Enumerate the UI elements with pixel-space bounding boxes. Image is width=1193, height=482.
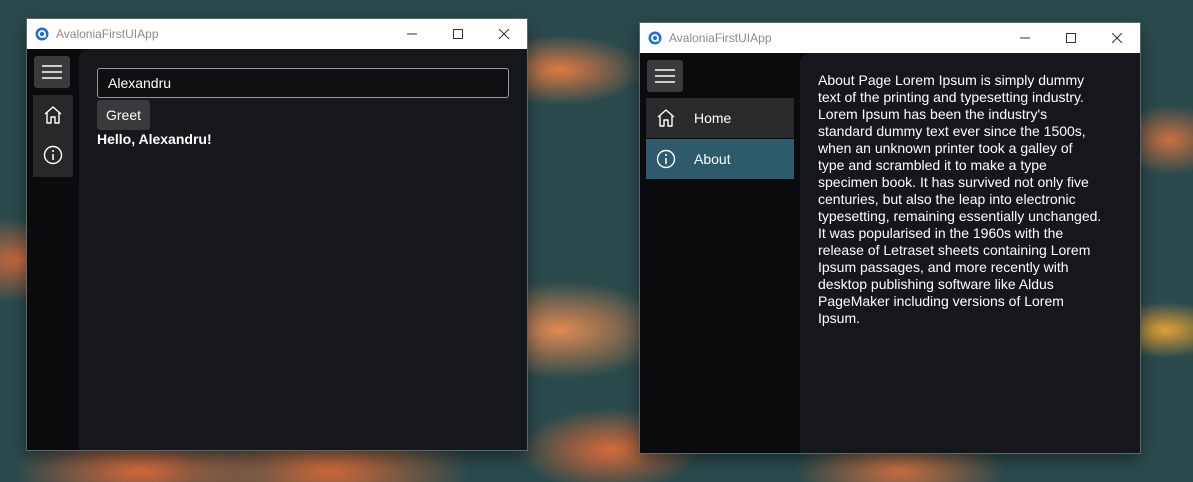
about-line: type and scrambled it to make a type — [818, 157, 1047, 173]
about-line: About Page Lorem Ipsum is simply dummy — [818, 72, 1085, 88]
nav-item-label: Home — [694, 110, 732, 126]
about-line: It was popularised in the 1960s with the — [818, 225, 1064, 241]
nav-item-home[interactable]: Home — [646, 98, 794, 138]
about-line: release of Letraset sheets containing Lo… — [818, 242, 1091, 258]
about-line: typesetting, remaining essentially uncha… — [818, 208, 1102, 224]
home-icon — [657, 109, 675, 127]
hamburger-button[interactable] — [647, 60, 683, 92]
greeting-text: Hello, Alexandru! — [97, 131, 212, 147]
nav-item-label: About — [694, 151, 731, 167]
about-line: Ipsum. — [818, 310, 861, 326]
minimize-button[interactable] — [389, 19, 435, 49]
about-line: specimen book. It has survived not only … — [818, 174, 1089, 190]
nav-about-button[interactable] — [33, 135, 73, 175]
minimize-button[interactable] — [1002, 23, 1048, 53]
about-line: PageMaker including versions of Lorem — [818, 293, 1064, 309]
hamburger-button[interactable] — [34, 56, 70, 88]
about-line: centuries, but also the leap into electr… — [818, 191, 1076, 207]
name-input[interactable]: Alexandru — [97, 68, 509, 98]
about-line: standard dummy text ever since the 1500s… — [818, 123, 1086, 139]
about-line: text of the printing and typesetting ind… — [818, 89, 1084, 105]
about-line: Lorem Ipsum has been the industry's — [818, 106, 1048, 122]
main-content: About Page Lorem Ipsum is simply dummy t… — [800, 53, 1140, 453]
app-window-right: AvaloniaFirstUIApp Home About About Page… — [640, 23, 1140, 453]
window-title: AvaloniaFirstUIApp — [56, 27, 159, 41]
nav-pane-expanded: Home About — [646, 98, 794, 180]
minimize-icon — [407, 33, 417, 35]
nav-pane-collapsed — [33, 95, 73, 177]
maximize-button[interactable] — [1048, 23, 1094, 53]
close-icon — [1112, 33, 1122, 43]
window-client-area: Alexandru Greet Hello, Alexandru! — [27, 49, 527, 450]
maximize-icon — [1066, 33, 1076, 43]
hamburger-icon — [655, 69, 675, 83]
nav-home-button[interactable] — [33, 95, 73, 135]
hamburger-icon — [42, 65, 62, 79]
greet-button[interactable]: Greet — [97, 100, 151, 130]
maximize-icon — [453, 29, 463, 39]
app-window-left: AvaloniaFirstUIApp Alexandru Greet Hello… — [27, 19, 527, 450]
title-bar[interactable]: AvaloniaFirstUIApp — [27, 19, 527, 49]
close-button[interactable] — [481, 19, 527, 49]
window-client-area: Home About About Page Lorem Ipsum is sim… — [640, 53, 1140, 453]
title-bar[interactable]: AvaloniaFirstUIApp — [640, 23, 1140, 53]
window-title: AvaloniaFirstUIApp — [669, 31, 772, 45]
avalonia-logo-icon — [648, 31, 662, 45]
about-line: desktop publishing software like Aldus — [818, 276, 1054, 292]
about-line: when an unknown printer took a galley of — [818, 140, 1073, 156]
close-icon — [499, 29, 509, 39]
main-content: Alexandru Greet Hello, Alexandru! — [79, 49, 527, 450]
about-text: About Page Lorem Ipsum is simply dummy t… — [818, 72, 1138, 327]
avalonia-logo-icon — [35, 27, 49, 41]
home-icon — [44, 106, 62, 124]
nav-item-about[interactable]: About — [646, 139, 794, 179]
maximize-button[interactable] — [435, 19, 481, 49]
minimize-icon — [1020, 37, 1030, 39]
about-line: Ipsum passages, and more recently with — [818, 259, 1069, 275]
close-button[interactable] — [1094, 23, 1140, 53]
info-icon — [43, 145, 63, 165]
info-icon — [656, 149, 676, 169]
